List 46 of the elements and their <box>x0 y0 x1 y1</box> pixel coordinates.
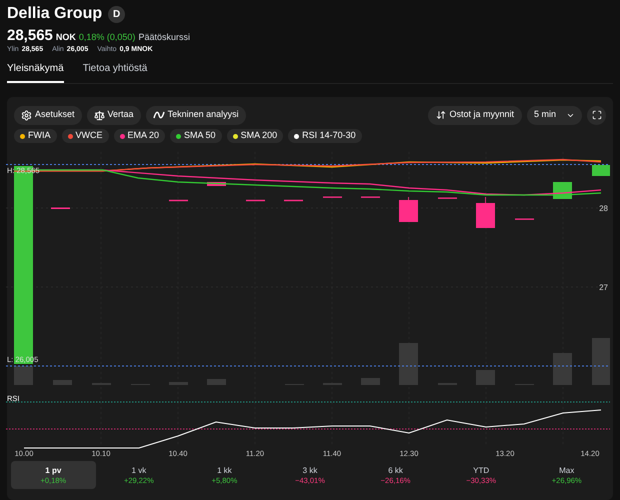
volume-bar <box>361 378 380 385</box>
period-label: 3 kk <box>302 464 318 476</box>
candle <box>592 165 610 176</box>
candle <box>207 182 226 186</box>
period-label: YTD <box>473 464 490 476</box>
volume-bar <box>53 380 72 385</box>
legend-chip[interactable]: SMA 200 <box>226 129 284 143</box>
interval-dropdown[interactable]: 5 min <box>527 106 582 124</box>
toolbar-button[interactable]: Vertaa <box>86 106 141 124</box>
toolbar-button[interactable]: Asetukset <box>14 106 82 124</box>
arrows-up-down-icon <box>436 110 446 120</box>
volume-bar <box>207 379 226 385</box>
toolbar-button[interactable]: Tekninen analyysi <box>146 106 246 124</box>
y-axis-label: 28 <box>599 204 608 213</box>
volume-bar <box>399 343 418 385</box>
legend-chip[interactable]: FWIA <box>14 129 56 143</box>
legend-chip[interactable]: EMA 20 <box>114 129 166 143</box>
volume-bar <box>14 366 33 385</box>
price-note: Päätöskurssi <box>138 31 190 44</box>
volume-bar <box>592 338 610 385</box>
tab[interactable]: Yleisnäkymä <box>7 63 64 83</box>
y-axis-label: 27 <box>599 283 608 292</box>
scale-icon <box>94 110 105 120</box>
tab[interactable]: Tietoa yhtiöstä <box>82 63 148 83</box>
period-label: 1 kk <box>217 464 232 476</box>
price-value: 28,565 <box>7 28 53 44</box>
candle <box>399 196 418 222</box>
fullscreen-icon <box>592 110 602 120</box>
fullscreen-button[interactable] <box>587 106 606 124</box>
volume-bar <box>476 370 495 385</box>
period-label: Max <box>559 464 574 476</box>
currency-label: NOK <box>56 31 76 44</box>
legend-chip[interactable]: VWCE <box>62 129 108 143</box>
wave-line-icon <box>152 110 165 120</box>
candle <box>476 196 495 228</box>
trades-button[interactable]: Ostot ja myynnit <box>428 106 522 124</box>
legend-chip[interactable]: SMA 50 <box>170 129 222 143</box>
company-title: Dellia Group <box>7 5 102 23</box>
period-label: 6 kk <box>388 464 403 476</box>
company-avatar: D <box>108 6 126 22</box>
period-label: 1 pv <box>45 464 62 476</box>
period-label: 1 vk <box>132 464 146 476</box>
volume-bar <box>553 353 572 385</box>
legend-chip[interactable]: RSI 14-70-30 <box>288 129 362 143</box>
settings-icon <box>21 110 32 120</box>
price-change: 0,18% (0,050) <box>78 31 136 44</box>
